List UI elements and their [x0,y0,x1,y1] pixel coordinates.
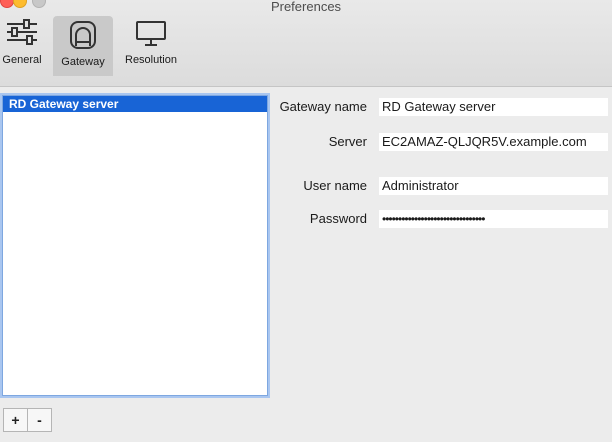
toolbar-general-tab[interactable]: General [0,18,44,76]
toolbar-resolution-label: Resolution [125,54,177,66]
password-field[interactable]: •••••••••••••••••••••••••••••••• [379,210,608,228]
toolbar-resolution-tab[interactable]: Resolution [120,18,182,76]
preferences-window: Preferences General Gateway Resolution R… [0,0,612,442]
username-field[interactable]: Administrator [379,177,608,195]
username-label: User name [303,178,367,193]
list-item[interactable]: RD Gateway server [3,96,267,112]
server-field[interactable]: EC2AMAZ-QLJQR5V.example.com [379,133,608,151]
toolbar-general-label: General [2,54,42,66]
window-title: Preferences [270,0,342,14]
gateway-list[interactable]: RD Gateway server [2,95,268,396]
monitor-icon [136,21,166,46]
server-label: Server [328,134,367,149]
list-button-group: + - [3,408,52,432]
gateway-name-field[interactable]: RD Gateway server [379,98,608,116]
remove-gateway-button[interactable]: - [28,408,52,432]
sliders-icon [7,19,37,45]
title-toolbar-bar: Preferences General Gateway Resolution [0,0,612,87]
toolbar-gateway-tab[interactable]: Gateway [53,16,113,76]
toolbar-gateway-label: Gateway [61,56,105,68]
add-gateway-button[interactable]: + [3,408,28,432]
gateway-name-label: Gateway name [279,99,367,114]
gateway-icon [70,21,96,49]
password-label: Password [309,211,367,226]
